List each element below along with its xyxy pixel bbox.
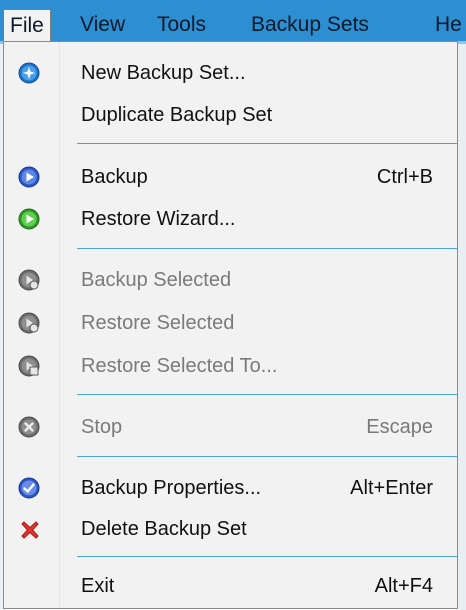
- delete-icon: [18, 518, 40, 540]
- menu-item-shortcut: Alt+F4: [374, 575, 433, 597]
- menu-item-restore-wizard[interactable]: Restore Wizard...: [4, 199, 457, 239]
- menu-bar: File View Tools Backup Sets He: [0, 0, 466, 44]
- menu-item-backup[interactable]: Backup Ctrl+B: [4, 157, 457, 197]
- menu-help[interactable]: He: [435, 9, 462, 41]
- menu-item-new-backup-set[interactable]: New Backup Set...: [4, 53, 457, 93]
- menu-tools[interactable]: Tools: [157, 9, 206, 41]
- menu-item-stop[interactable]: Stop Escape: [4, 407, 457, 447]
- menu-item-exit[interactable]: Exit Alt+F4: [4, 566, 457, 606]
- menu-file[interactable]: File: [3, 9, 51, 42]
- menu-item-restore-selected-to[interactable]: Restore Selected To...: [4, 346, 457, 386]
- backup-properties-icon: [18, 477, 40, 499]
- restore-selected-to-icon: [18, 355, 40, 377]
- menu-item-backup-selected[interactable]: Backup Selected: [4, 260, 457, 300]
- menu-item-label: Restore Selected: [81, 312, 235, 334]
- restore-selected-icon: [18, 312, 40, 334]
- menu-item-label: Exit: [81, 575, 115, 597]
- stop-icon: [18, 416, 40, 438]
- window-background-right: [458, 44, 466, 610]
- menu-item-label: New Backup Set...: [81, 62, 246, 84]
- menu-separator: [77, 394, 457, 395]
- menu-separator: [77, 248, 457, 249]
- menu-view[interactable]: View: [80, 9, 125, 41]
- menu-item-label: Delete Backup Set: [81, 518, 247, 540]
- menu-item-label: Restore Selected To...: [81, 355, 278, 377]
- file-dropdown-menu: New Backup Set... Duplicate Backup Set B…: [3, 41, 458, 609]
- new-backup-set-icon: [18, 62, 40, 84]
- menu-item-restore-selected[interactable]: Restore Selected: [4, 303, 457, 343]
- menu-separator: [77, 143, 457, 144]
- menu-item-label: Backup: [81, 166, 148, 188]
- menu-item-label: Stop: [81, 416, 123, 438]
- restore-play-icon: [18, 208, 40, 230]
- menu-separator: [77, 556, 457, 557]
- menu-item-shortcut: Escape: [366, 416, 433, 438]
- menu-item-label: Backup Selected: [81, 269, 232, 291]
- menu-item-duplicate-backup-set[interactable]: Duplicate Backup Set: [4, 95, 457, 135]
- menu-item-backup-properties[interactable]: Backup Properties... Alt+Enter: [4, 468, 457, 508]
- backup-selected-icon: [18, 269, 40, 291]
- menu-item-label: Restore Wizard...: [81, 208, 236, 230]
- menu-backup-sets[interactable]: Backup Sets: [251, 9, 369, 41]
- menu-item-shortcut: Alt+Enter: [350, 477, 433, 499]
- menu-item-label: Backup Properties...: [81, 477, 262, 499]
- menu-separator: [77, 456, 457, 457]
- menu-item-label: Duplicate Backup Set: [81, 104, 273, 126]
- menu-item-delete-backup-set[interactable]: Delete Backup Set: [4, 509, 457, 549]
- menu-item-shortcut: Ctrl+B: [376, 166, 433, 188]
- backup-play-icon: [18, 166, 40, 188]
